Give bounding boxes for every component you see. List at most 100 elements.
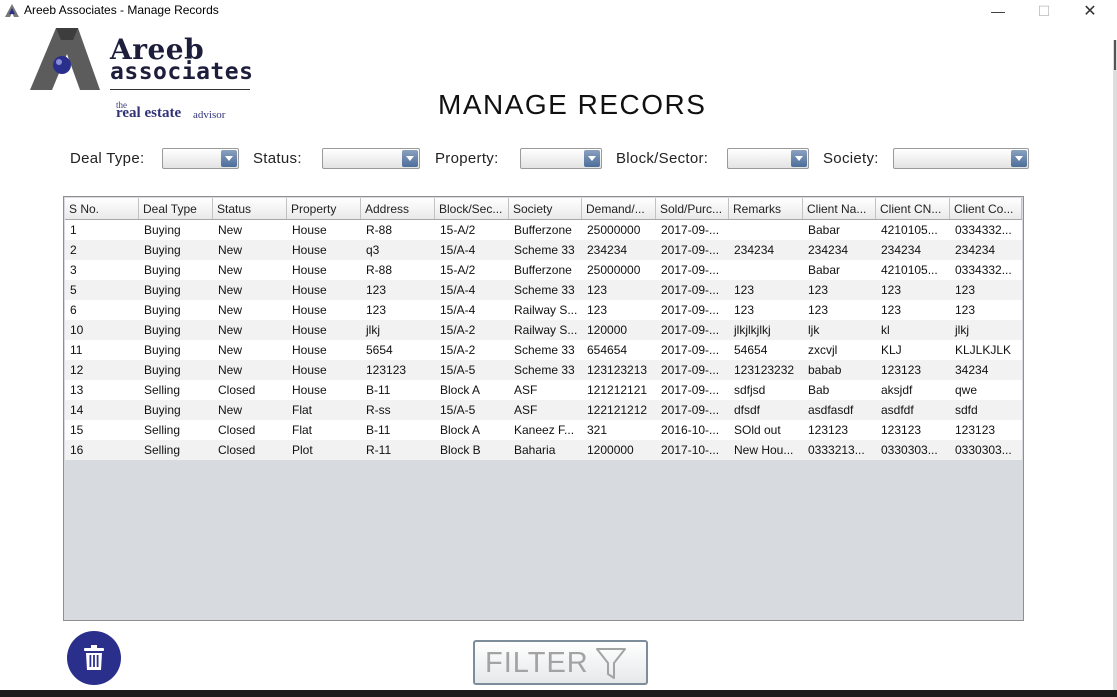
cell-sold-purchase[interactable]: 2017-09-... [656, 300, 729, 320]
cell-demand[interactable]: 25000000 [582, 260, 656, 280]
cell-remarks[interactable]: 123 [729, 280, 803, 300]
cell-client-cnic[interactable]: 4210105... [876, 220, 950, 240]
cell-block-sector[interactable]: 15/A-2 [435, 340, 509, 360]
table-row[interactable]: 10 Buying New House jlkj 15/A-2 Railway S... 12… [65, 320, 1022, 340]
cell-sno[interactable]: 2 [65, 240, 139, 260]
cell-deal-type[interactable]: Buying [139, 280, 213, 300]
table-row[interactable]: 12 Buying New House 123123 15/A-5 Scheme 33 123… [65, 360, 1022, 380]
cell-demand[interactable]: 654654 [582, 340, 656, 360]
cell-block-sector[interactable]: 15/A-5 [435, 400, 509, 420]
cell-client-name[interactable]: 234234 [803, 240, 876, 260]
cell-client-name[interactable]: 123123 [803, 420, 876, 440]
cell-client-name[interactable]: Babar [803, 260, 876, 280]
column-header-client-contact[interactable]: Client Co... [950, 198, 1022, 219]
cell-property[interactable]: House [287, 300, 361, 320]
cell-property[interactable]: House [287, 280, 361, 300]
cell-sno[interactable]: 11 [65, 340, 139, 360]
column-header-status[interactable]: Status [213, 198, 287, 219]
cell-remarks[interactable]: 234234 [729, 240, 803, 260]
cell-client-name[interactable]: zxcvjl [803, 340, 876, 360]
cell-society[interactable]: Railway S... [509, 300, 582, 320]
cell-block-sector[interactable]: Block B [435, 440, 509, 460]
cell-remarks[interactable]: sdfjsd [729, 380, 803, 400]
table-row[interactable]: 3 Buying New House R-88 15-A/2 Bufferzone 25000… [65, 260, 1022, 280]
status-select[interactable] [322, 148, 420, 169]
table-row[interactable]: 14 Buying New Flat R-ss 15/A-5 ASF 122121212 201… [65, 400, 1022, 420]
cell-sno[interactable]: 15 [65, 420, 139, 440]
cell-address[interactable]: q3 [361, 240, 435, 260]
cell-sno[interactable]: 12 [65, 360, 139, 380]
cell-remarks[interactable]: 123 [729, 300, 803, 320]
cell-status[interactable]: New [213, 400, 287, 420]
cell-deal-type[interactable]: Selling [139, 440, 213, 460]
cell-property[interactable]: House [287, 320, 361, 340]
cell-demand[interactable]: 321 [582, 420, 656, 440]
cell-client-cnic[interactable]: 123 [876, 280, 950, 300]
cell-sno[interactable]: 14 [65, 400, 139, 420]
cell-deal-type[interactable]: Buying [139, 340, 213, 360]
cell-society[interactable]: Bufferzone [509, 220, 582, 240]
cell-sold-purchase[interactable]: 2016-10-... [656, 420, 729, 440]
cell-address[interactable]: jlkj [361, 320, 435, 340]
cell-sno[interactable]: 3 [65, 260, 139, 280]
cell-property[interactable]: House [287, 260, 361, 280]
filter-button[interactable]: FILTER [473, 640, 648, 685]
cell-client-cnic[interactable]: kl [876, 320, 950, 340]
close-button[interactable]: ✕ [1067, 0, 1113, 22]
cell-status[interactable]: New [213, 280, 287, 300]
column-header-deal-type[interactable]: Deal Type [139, 198, 213, 219]
cell-society[interactable]: Bufferzone [509, 260, 582, 280]
cell-block-sector[interactable]: 15/A-4 [435, 300, 509, 320]
cell-demand[interactable]: 120000 [582, 320, 656, 340]
cell-address[interactable]: 5654 [361, 340, 435, 360]
cell-address[interactable]: B-11 [361, 420, 435, 440]
cell-client-contact[interactable]: 234234 [950, 240, 1022, 260]
deal-type-select[interactable] [162, 148, 239, 169]
delete-button[interactable] [67, 631, 121, 685]
cell-sold-purchase[interactable]: 2017-09-... [656, 380, 729, 400]
cell-property[interactable]: House [287, 240, 361, 260]
cell-sold-purchase[interactable]: 2017-09-... [656, 220, 729, 240]
cell-deal-type[interactable]: Selling [139, 420, 213, 440]
chevron-down-icon[interactable] [1011, 150, 1027, 167]
cell-client-contact[interactable]: 34234 [950, 360, 1022, 380]
table-row[interactable]: 6 Buying New House 123 15/A-4 Railway S... 123 2… [65, 300, 1022, 320]
cell-client-name[interactable]: asdfasdf [803, 400, 876, 420]
cell-sold-purchase[interactable]: 2017-10-... [656, 440, 729, 460]
property-select[interactable] [520, 148, 602, 169]
cell-demand[interactable]: 123123213 [582, 360, 656, 380]
column-header-property[interactable]: Property [287, 198, 361, 219]
column-header-block-sector[interactable]: Block/Sec... [435, 198, 509, 219]
cell-client-name[interactable]: Bab [803, 380, 876, 400]
cell-client-cnic[interactable]: aksjdf [876, 380, 950, 400]
cell-society[interactable]: Kaneez F... [509, 420, 582, 440]
cell-remarks[interactable]: New Hou... [729, 440, 803, 460]
cell-status[interactable]: Closed [213, 380, 287, 400]
table-row[interactable]: 13 Selling Closed House B-11 Block A ASF 121212… [65, 380, 1022, 400]
cell-status[interactable]: New [213, 340, 287, 360]
cell-client-contact[interactable]: sdfd [950, 400, 1022, 420]
chevron-down-icon[interactable] [402, 150, 418, 167]
cell-status[interactable]: New [213, 260, 287, 280]
cell-status[interactable]: New [213, 300, 287, 320]
cell-client-cnic[interactable]: asdfdf [876, 400, 950, 420]
cell-client-name[interactable]: 123 [803, 300, 876, 320]
cell-address[interactable]: R-88 [361, 220, 435, 240]
cell-deal-type[interactable]: Buying [139, 240, 213, 260]
cell-deal-type[interactable]: Buying [139, 360, 213, 380]
cell-status[interactable]: New [213, 220, 287, 240]
cell-remarks[interactable]: 123123232 [729, 360, 803, 380]
column-header-address[interactable]: Address [361, 198, 435, 219]
cell-address[interactable]: R-88 [361, 260, 435, 280]
cell-status[interactable]: New [213, 240, 287, 260]
cell-block-sector[interactable]: Block A [435, 420, 509, 440]
cell-sold-purchase[interactable]: 2017-09-... [656, 280, 729, 300]
cell-sold-purchase[interactable]: 2017-09-... [656, 240, 729, 260]
cell-client-contact[interactable]: 0334332... [950, 220, 1022, 240]
cell-deal-type[interactable]: Buying [139, 220, 213, 240]
cell-sold-purchase[interactable]: 2017-09-... [656, 320, 729, 340]
cell-deal-type[interactable]: Buying [139, 260, 213, 280]
cell-client-name[interactable]: babab [803, 360, 876, 380]
cell-block-sector[interactable]: 15/A-4 [435, 280, 509, 300]
table-row[interactable]: 16 Selling Closed Plot R-11 Block B Baharia 120… [65, 440, 1022, 460]
